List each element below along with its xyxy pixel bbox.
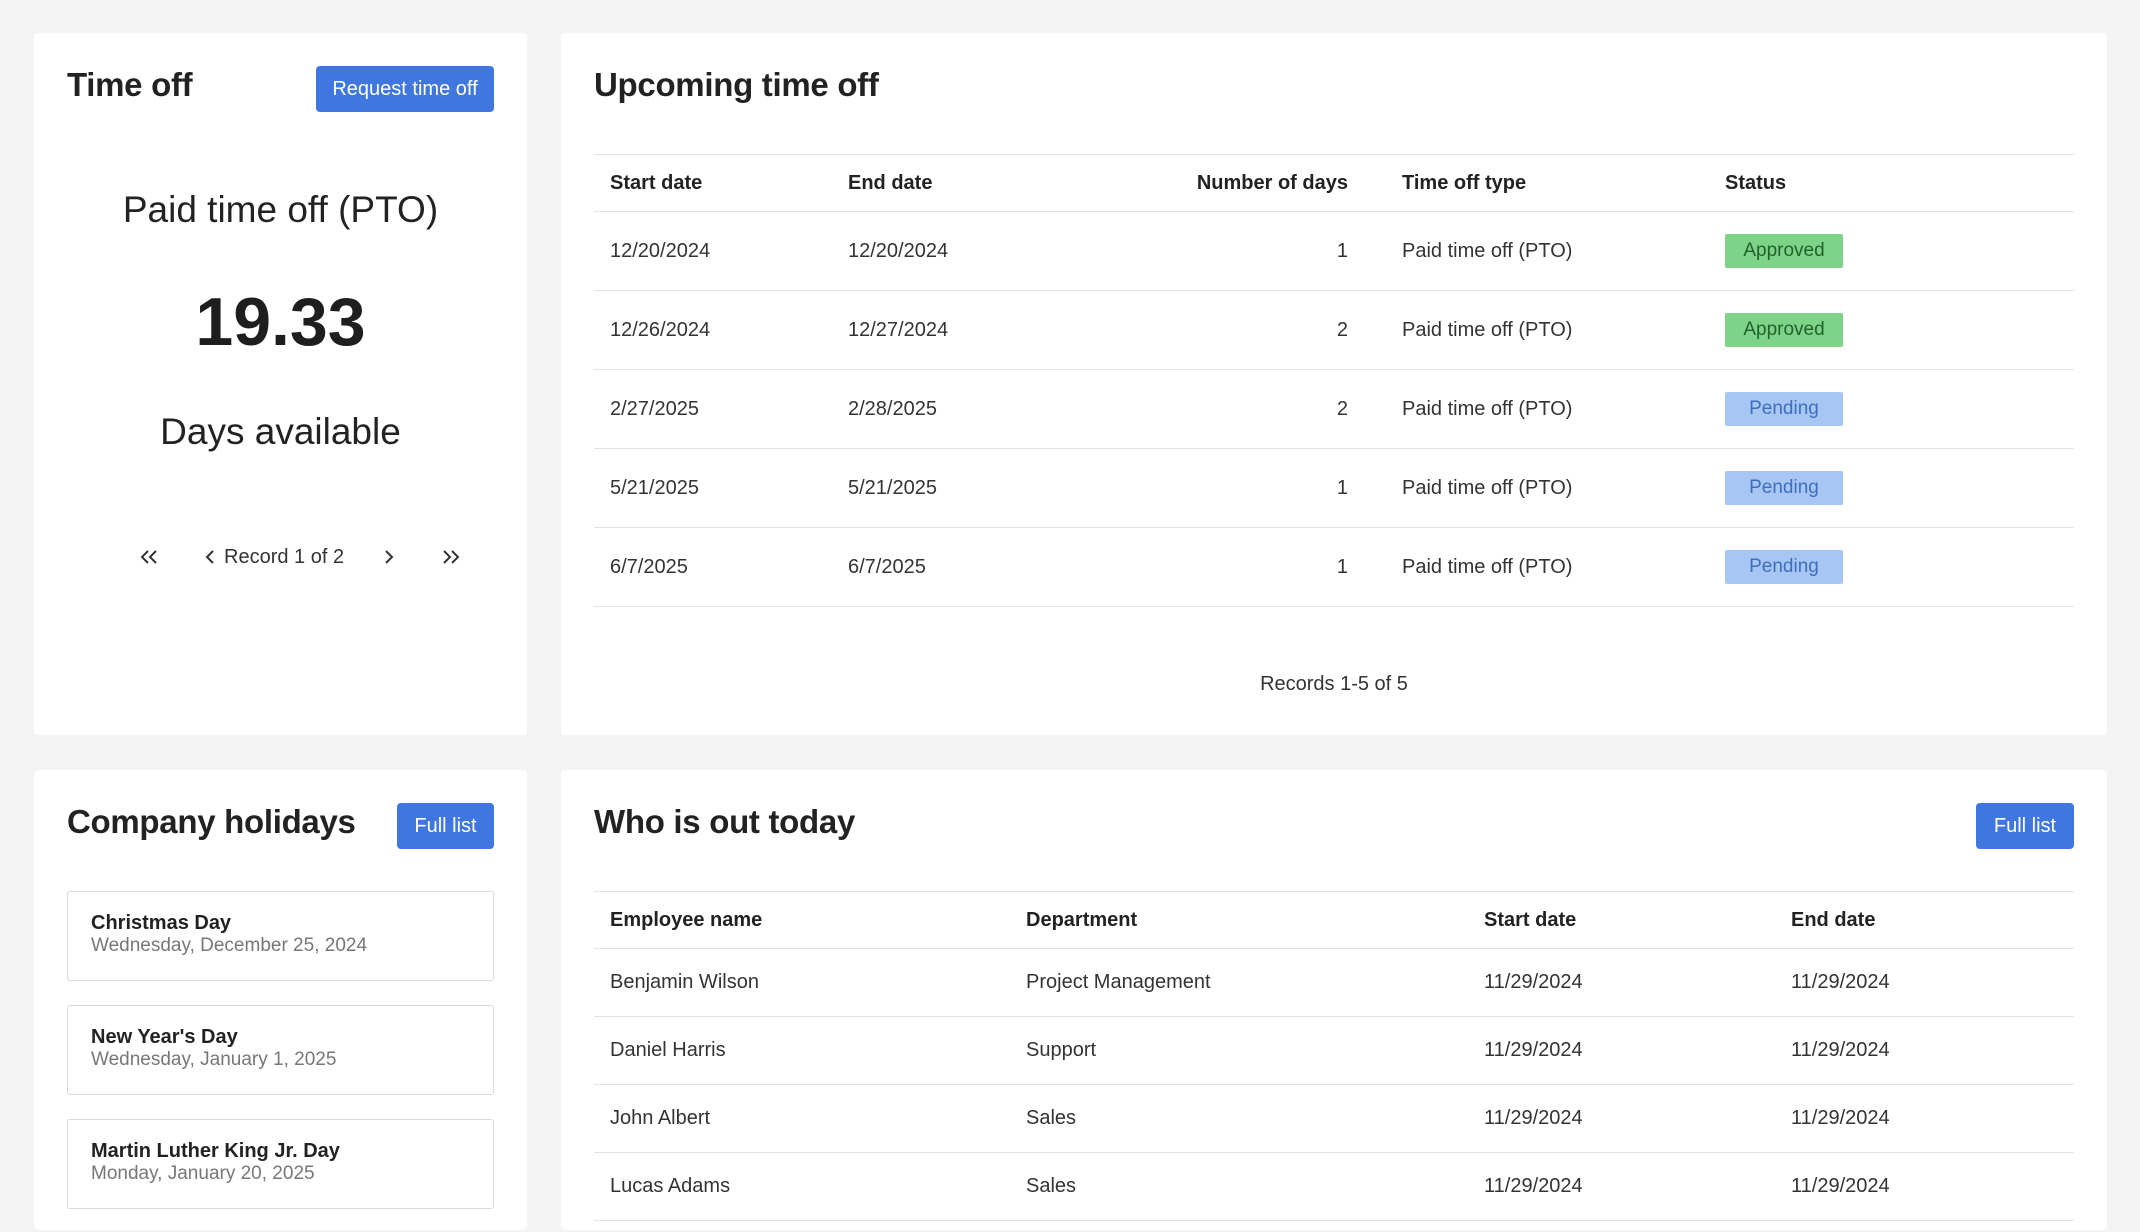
table-row[interactable]: 2/27/2025 2/28/2025 2 Paid time off (PTO… (594, 370, 2074, 449)
who-is-out-title: Who is out today (594, 803, 856, 840)
upcoming-title: Upcoming time off (594, 66, 879, 103)
who-is-out-table: Employee name Department Start date End … (594, 891, 2074, 1232)
who-is-out-full-list-button[interactable]: Full list (1976, 803, 2074, 849)
holiday-item[interactable]: Christmas Day Wednesday, December 25, 20… (67, 891, 494, 981)
end-date-cell: 11/29/2024 (1791, 1039, 1890, 1061)
start-date-cell: 2/27/2025 (610, 397, 699, 420)
end-date-cell: 11/29/2024 (1791, 1107, 1890, 1129)
table-row[interactable]: 6/7/2025 6/7/2025 1 Paid time off (PTO) … (594, 528, 2074, 607)
next-page-icon[interactable] (369, 537, 409, 577)
department-cell: Support (1026, 1039, 1097, 1061)
time-off-card: Time off Request time off Paid time off … (34, 33, 527, 735)
column-header[interactable]: Start date (1484, 892, 1576, 948)
table-row[interactable]: 5/21/2025 5/21/2025 1 Paid time off (PTO… (594, 449, 2074, 528)
table-header-row: Employee name Department Start date End … (594, 892, 2074, 949)
holiday-date: Wednesday, January 1, 2025 (91, 1049, 337, 1070)
pto-days-label: Days available (160, 411, 401, 452)
holidays-full-list-button[interactable]: Full list (397, 803, 494, 849)
employee-name-cell: Lucas Adams (610, 1175, 731, 1197)
holiday-item[interactable]: New Year's Day Wednesday, January 1, 202… (67, 1005, 494, 1095)
start-date-cell: 11/29/2024 (1484, 1107, 1583, 1129)
end-date-cell: 12/20/2024 (848, 239, 949, 262)
upcoming-table: Start date End date Number of days Time … (594, 154, 2074, 641)
records-count: Records 1-5 of 5 (1260, 673, 1408, 695)
record-pager: Record 1 of 2 (34, 537, 527, 577)
pto-days-value: 19.33 (195, 284, 366, 360)
table-header-row: Start date End date Number of days Time … (594, 155, 2074, 212)
start-date-cell: 11/29/2024 (1484, 1039, 1583, 1061)
type-cell: Paid time off (PTO) (1402, 476, 1573, 499)
start-date-cell: 11/29/2024 (1484, 1175, 1583, 1197)
pto-type-label: Paid time off (PTO) (122, 189, 439, 230)
days-cell: 2 (1336, 397, 1348, 420)
days-cell: 2 (1336, 318, 1348, 341)
table-row[interactable]: 12/26/2024 12/27/2024 2 Paid time off (P… (594, 291, 2074, 370)
status-badge: Approved (1725, 234, 1843, 268)
type-cell: Paid time off (PTO) (1402, 555, 1573, 578)
start-date-cell: 11/29/2024 (1484, 971, 1583, 993)
holiday-date: Monday, January 20, 2025 (91, 1163, 315, 1184)
employee-name-cell: Benjamin Wilson (610, 971, 759, 993)
end-date-cell: 6/7/2025 (848, 555, 926, 578)
holiday-name: New Year's Day (91, 1026, 238, 1048)
employee-name-cell: John Albert (610, 1107, 711, 1129)
first-page-icon[interactable] (129, 537, 169, 577)
request-time-off-button[interactable]: Request time off (316, 66, 494, 112)
status-badge: Pending (1725, 392, 1843, 426)
status-badge: Approved (1725, 313, 1843, 347)
department-cell: Sales (1026, 1107, 1077, 1129)
table-row[interactable]: Benjamin Wilson Project Management 11/29… (594, 949, 2074, 1017)
column-header[interactable]: Department (1026, 892, 1137, 948)
holiday-item[interactable]: Martin Luther King Jr. Day Monday, Janua… (67, 1119, 494, 1209)
column-header[interactable]: Status (1725, 155, 1786, 211)
end-date-cell: 11/29/2024 (1791, 1175, 1890, 1197)
type-cell: Paid time off (PTO) (1402, 318, 1573, 341)
start-date-cell: 12/26/2024 (610, 318, 711, 341)
end-date-cell: 11/29/2024 (1791, 971, 1890, 993)
table-row[interactable]: 12/20/2024 12/20/2024 1 Paid time off (P… (594, 212, 2074, 291)
column-header[interactable]: Number of days (1184, 155, 1348, 211)
holiday-name: Martin Luther King Jr. Day (91, 1140, 340, 1162)
days-cell: 1 (1336, 476, 1348, 499)
employee-name-cell: Daniel Harris (610, 1039, 726, 1061)
end-date-cell: 5/21/2025 (848, 476, 937, 499)
end-date-cell: 2/28/2025 (848, 397, 937, 420)
who-is-out-card: Who is out today Full list Employee name… (561, 770, 2107, 1230)
holiday-date: Wednesday, December 25, 2024 (91, 935, 368, 956)
table-row[interactable]: John Albert Sales 11/29/2024 11/29/2024 (594, 1085, 2074, 1153)
type-cell: Paid time off (PTO) (1402, 397, 1573, 420)
start-date-cell: 6/7/2025 (610, 555, 688, 578)
table-row[interactable]: Daniel Harris Support 11/29/2024 11/29/2… (594, 1017, 2074, 1085)
table-row[interactable]: Lucas Adams Sales 11/29/2024 11/29/2024 (594, 1153, 2074, 1221)
upcoming-time-off-card: Upcoming time off Start date End date Nu… (561, 33, 2107, 735)
column-header[interactable]: Time off type (1402, 155, 1526, 211)
start-date-cell: 12/20/2024 (610, 239, 711, 262)
days-cell: 1 (1336, 239, 1348, 262)
end-date-cell: 12/27/2024 (848, 318, 949, 341)
column-header[interactable]: Employee name (610, 892, 762, 948)
time-off-title: Time off (67, 66, 193, 103)
holiday-name: Christmas Day (91, 912, 232, 934)
column-header[interactable]: Start date (610, 155, 702, 211)
days-cell: 1 (1336, 555, 1348, 578)
department-cell: Project Management (1026, 971, 1211, 993)
last-page-icon[interactable] (431, 537, 471, 577)
start-date-cell: 5/21/2025 (610, 476, 699, 499)
column-header[interactable]: End date (848, 155, 932, 211)
type-cell: Paid time off (PTO) (1402, 239, 1573, 262)
department-cell: Sales (1026, 1175, 1077, 1197)
status-badge: Pending (1725, 471, 1843, 505)
company-holidays-card: Company holidays Full list Christmas Day… (34, 770, 527, 1230)
column-header[interactable]: End date (1791, 892, 1875, 948)
holidays-title: Company holidays (67, 803, 356, 840)
status-badge: Pending (1725, 550, 1843, 584)
